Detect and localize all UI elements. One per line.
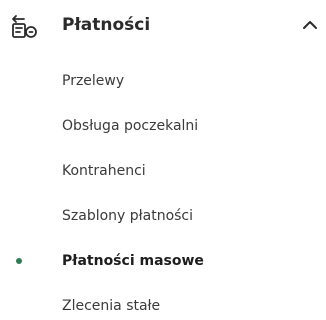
active-indicator-dot xyxy=(16,258,22,264)
chevron-up-icon[interactable] xyxy=(302,18,318,32)
menu-item-przelewy[interactable]: Przelewy xyxy=(0,63,326,99)
payments-section-header[interactable]: Płatności xyxy=(0,0,326,50)
menu-item-zlecenia-stale[interactable]: Zlecenia stałe xyxy=(0,288,326,320)
menu-item-label: Obsługa poczekalni xyxy=(62,118,199,134)
section-title: Płatności xyxy=(62,15,151,35)
menu-item-kontrahenci[interactable]: Kontrahenci xyxy=(0,153,326,189)
menu-item-label: Szablony płatności xyxy=(62,208,194,224)
menu-item-platnosci-masowe[interactable]: Płatności masowe xyxy=(0,243,326,279)
menu-item-label: Płatności masowe xyxy=(62,253,204,269)
menu-item-szablony-platnosci[interactable]: Szablony płatności xyxy=(0,198,326,234)
menu-item-label: Kontrahenci xyxy=(62,163,146,179)
menu-item-obsluga-poczekalni[interactable]: Obsługa poczekalni xyxy=(0,108,326,144)
menu-item-label: Zlecenia stałe xyxy=(62,298,161,314)
payments-icon xyxy=(12,15,37,38)
payments-menu: Płatności Przelewy Obsługa poczekalni Ko… xyxy=(0,0,326,320)
menu-item-label: Przelewy xyxy=(62,73,125,89)
